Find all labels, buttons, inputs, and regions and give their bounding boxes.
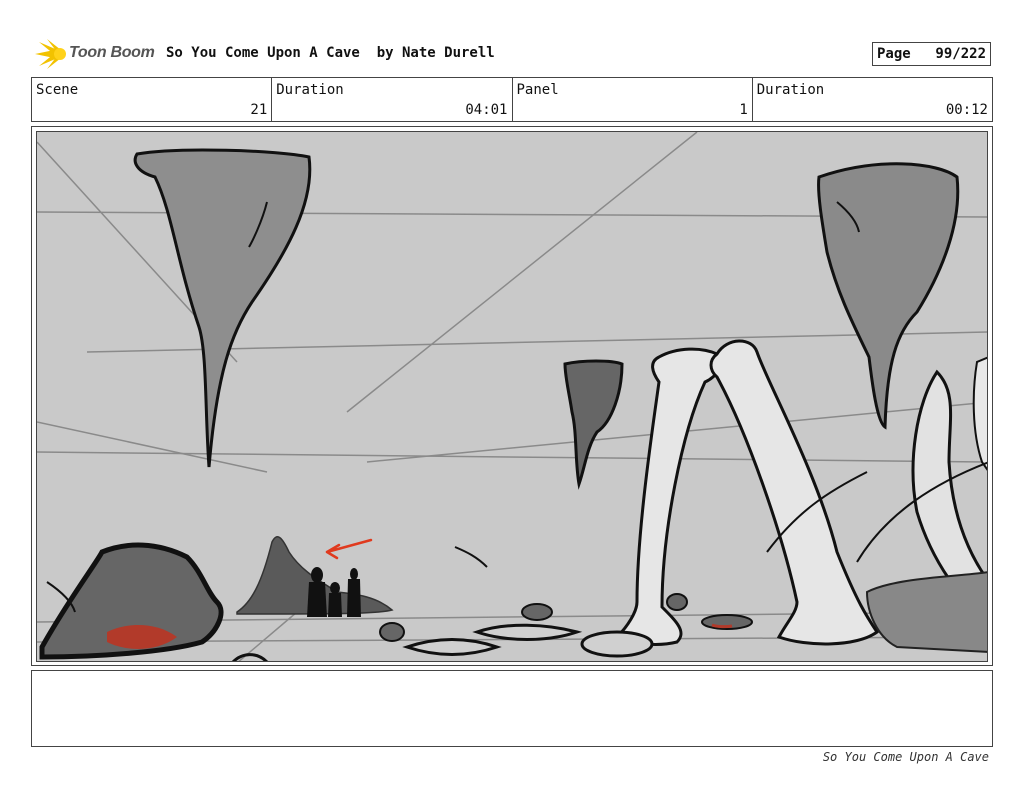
scene-label: Scene: [36, 82, 79, 98]
star-burst-icon: [35, 39, 66, 69]
page-indicator: Page 99/222: [872, 42, 991, 66]
storyboard-drawing: [36, 131, 988, 662]
storyboard-title: So You Come Upon A Cave by Nate Durell: [166, 45, 495, 61]
panel-duration-cell: Duration 00:12: [753, 78, 992, 121]
page-label: Page: [877, 46, 911, 62]
panel-label: Panel: [516, 82, 559, 98]
panel-notes-box: [31, 670, 993, 747]
scene-duration-label: Duration: [276, 82, 344, 98]
panel-duration-value: 00:12: [945, 102, 988, 118]
panel-duration-label: Duration: [756, 82, 825, 98]
logo-text: Toon Boom: [69, 44, 155, 61]
cave-sketch-illustration: [37, 132, 987, 661]
scene-cell: Scene 21: [32, 78, 273, 121]
toon-boom-logo: Toon Boom: [33, 38, 158, 70]
panel-value: 1: [739, 102, 748, 118]
panel-cell: Panel 1: [513, 78, 753, 121]
scene-duration-cell: Duration 04:01: [272, 78, 513, 121]
page-value: 99/222: [935, 46, 986, 62]
scene-duration-value: 04:01: [465, 102, 508, 118]
panel-info-row: Scene 21 Duration 04:01 Panel 1 Duration…: [31, 77, 993, 122]
scene-value: 21: [250, 102, 268, 118]
footer-title: So You Come Upon A Cave: [822, 750, 989, 764]
